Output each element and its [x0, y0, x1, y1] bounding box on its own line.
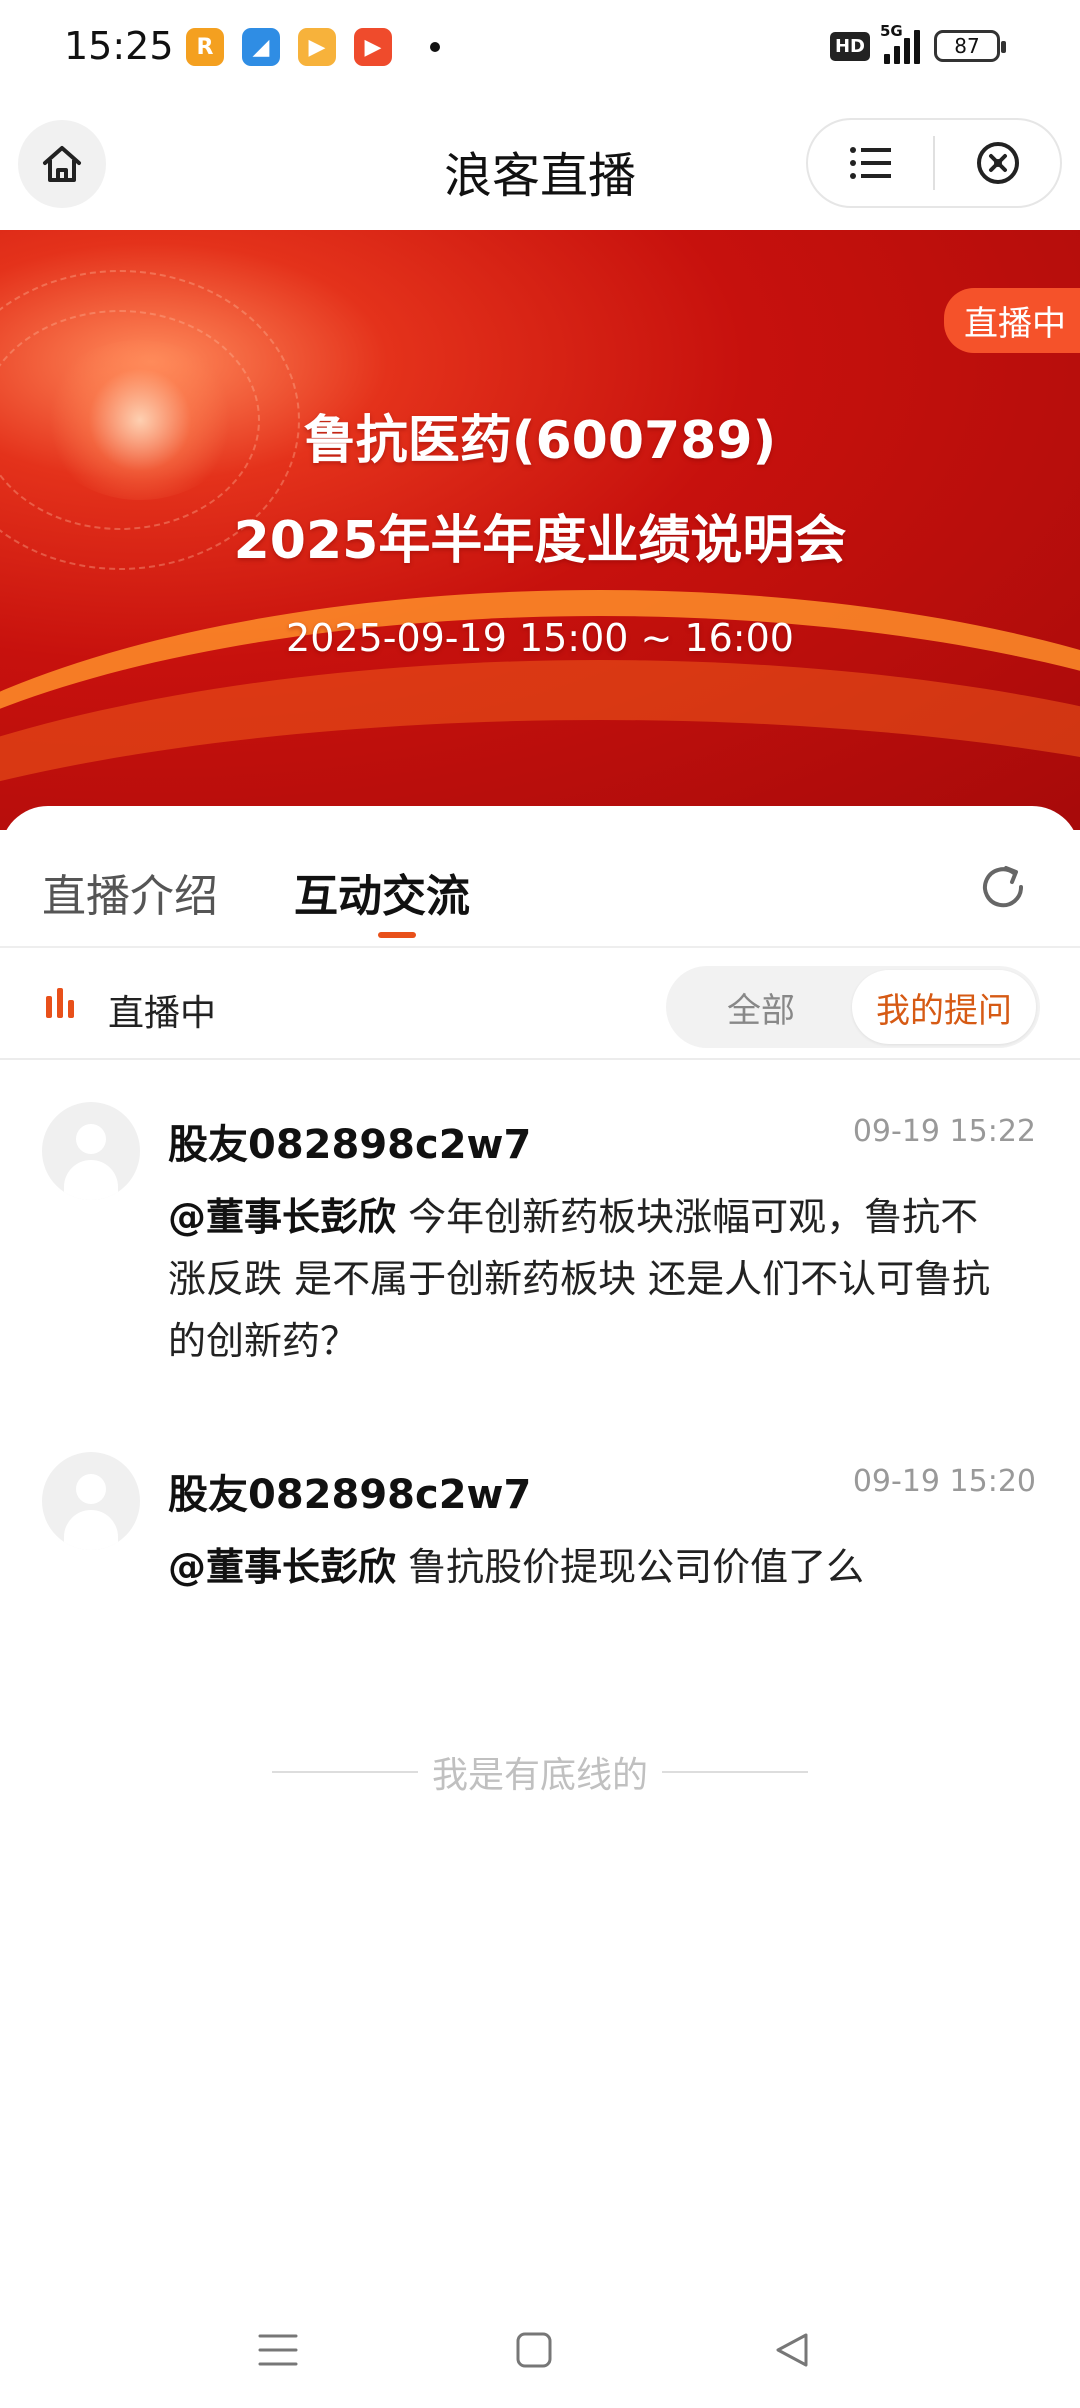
status-app-icons: R ◢ ▶ ▶ — [186, 28, 440, 66]
recents-button[interactable] — [248, 2320, 308, 2380]
status-bar: 15:25 R ◢ ▶ ▶ HD 5G 87 — [0, 0, 1080, 96]
tab-live-intro[interactable]: 直播介绍 — [42, 860, 218, 924]
notification-dot-icon — [430, 42, 440, 52]
filter-all-button[interactable]: 全部 — [666, 966, 856, 1048]
close-button[interactable] — [935, 120, 1060, 206]
question-filter-toggle: 全部 我的提问 — [666, 966, 1040, 1048]
refresh-icon — [983, 866, 1024, 908]
active-tab-indicator — [378, 932, 416, 938]
banner-company-title: 鲁抗医药(600789) — [303, 411, 777, 471]
back-nav-button[interactable] — [762, 2320, 822, 2380]
divider — [662, 1771, 808, 1773]
live-bars-icon — [46, 988, 74, 1018]
tab-bar: 直播介绍 互动交流 — [0, 806, 1080, 948]
message-username: 股友082898c2w7 — [168, 1122, 532, 1168]
signal-icon: 5G — [880, 22, 920, 64]
message-text: @董事长彭欣 今年创新药板块涨幅可观，鲁抗不涨反跌 是不属于创新药板块 还是人们… — [168, 1186, 1008, 1372]
list-end-text: 我是有底线的 — [431, 1755, 648, 1796]
home-nav-button[interactable] — [504, 2320, 564, 2380]
square-icon — [516, 2332, 552, 2368]
message-timestamp: 09-19 15:22 — [852, 1114, 1036, 1149]
tab-interaction[interactable]: 互动交流 — [294, 860, 470, 924]
live-status-badge: 直播中 — [944, 288, 1080, 353]
video-app-icon: ▶ — [298, 28, 336, 66]
status-indicators: HD 5G 87 — [829, 22, 1006, 64]
r-app-icon: R — [186, 28, 224, 66]
avatar — [42, 1452, 140, 1550]
live-banner: 直播中 鲁抗医药(600789) 2025年半年度业绩说明会 2025-09-1… — [0, 230, 1080, 830]
filter-bar: 直播中 全部 我的提问 — [0, 950, 1080, 1060]
list-menu-icon — [849, 147, 891, 179]
close-circle-icon — [976, 142, 1019, 184]
filter-my-questions-button[interactable]: 我的提问 — [852, 970, 1036, 1044]
banner-event-title: 2025年半年度业绩说明会 — [233, 511, 847, 571]
avatar — [42, 1102, 140, 1200]
message-mention: @董事长彭欣 — [168, 1195, 397, 1239]
menu-lines-icon — [258, 2334, 298, 2366]
menu-button[interactable] — [808, 120, 933, 206]
status-time: 15:25 — [64, 24, 174, 68]
refresh-button[interactable] — [974, 858, 1032, 916]
hd-badge: HD — [829, 31, 870, 61]
back-triangle-icon — [776, 2333, 808, 2367]
message-mention: @董事长彭欣 — [168, 1545, 397, 1589]
network-type: 5G — [880, 22, 903, 40]
message-username: 股友082898c2w7 — [168, 1472, 532, 1518]
live-status-label: 直播中 — [108, 993, 217, 1034]
battery-icon: 87 — [934, 30, 1006, 62]
system-navigation-bar — [0, 2290, 1080, 2408]
title-bar: 浪客直播 — [0, 100, 1080, 228]
banner-datetime: 2025-09-19 15:00 ~ 16:00 — [286, 616, 794, 660]
message-body: 鲁抗股价提现公司价值了么 — [396, 1545, 865, 1589]
feather-app-icon: ◢ — [242, 28, 280, 66]
content-panel: 直播介绍 互动交流 直播中 全部 我的提问 股友082898c2w7 09-19… — [0, 806, 1080, 2306]
battery-level: 87 — [954, 34, 980, 58]
mini-program-capsule — [806, 118, 1062, 208]
divider — [271, 1771, 418, 1773]
message-timestamp: 09-19 15:20 — [852, 1464, 1036, 1499]
list-end-indicator: 我是有底线的 — [0, 1746, 1080, 1798]
message-text: @董事长彭欣 鲁抗股价提现公司价值了么 — [168, 1536, 1008, 1598]
play-app-icon: ▶ — [354, 28, 392, 66]
